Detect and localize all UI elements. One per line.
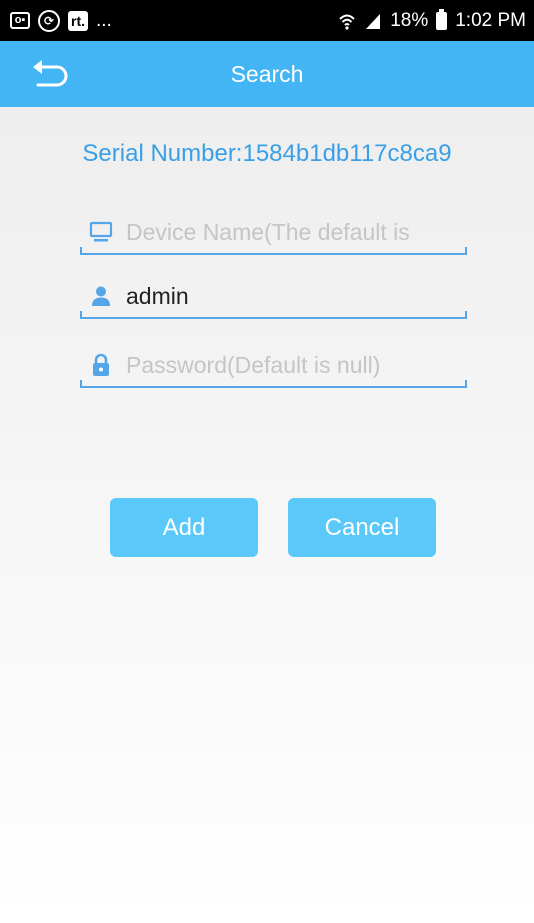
lock-icon bbox=[88, 352, 114, 378]
battery-icon bbox=[436, 8, 448, 30]
username-field[interactable] bbox=[80, 275, 467, 319]
user-icon bbox=[88, 283, 114, 309]
status-left-icons: o▪ ⟳ rt. ... bbox=[10, 9, 112, 32]
status-bar: o▪ ⟳ rt. ... 18% 1:02 PM bbox=[0, 0, 534, 41]
device-name-input[interactable] bbox=[126, 218, 456, 246]
username-input[interactable] bbox=[126, 282, 456, 310]
device-name-field[interactable] bbox=[80, 211, 467, 255]
page-title: Search bbox=[230, 60, 304, 87]
signal-icon bbox=[364, 12, 382, 30]
status-right-icons: 18% 1:02 PM bbox=[338, 8, 526, 32]
back-button[interactable] bbox=[28, 56, 72, 92]
app-bar: Search bbox=[0, 41, 534, 107]
clock: 1:02 PM bbox=[455, 9, 526, 31]
cancel-button[interactable]: Cancel bbox=[288, 498, 436, 557]
back-arrow-icon bbox=[33, 60, 68, 87]
serial-number-label: Serial Number: bbox=[82, 140, 243, 167]
battery-percent: 18% bbox=[390, 9, 429, 31]
sync-icon: ⟳ bbox=[38, 9, 60, 32]
message-notification-icon: o▪ bbox=[10, 12, 30, 29]
monitor-icon bbox=[88, 219, 114, 245]
password-field[interactable] bbox=[80, 344, 467, 388]
serial-number: Serial Number:1584b1db117c8ca9 bbox=[0, 140, 534, 168]
password-input[interactable] bbox=[126, 351, 456, 379]
wifi-icon bbox=[338, 12, 356, 30]
add-button[interactable]: Add bbox=[110, 498, 258, 557]
notification-overflow: ... bbox=[96, 9, 112, 31]
serial-number-value: 1584b1db117c8ca9 bbox=[242, 140, 452, 167]
rt-app-icon: rt. bbox=[68, 10, 88, 31]
